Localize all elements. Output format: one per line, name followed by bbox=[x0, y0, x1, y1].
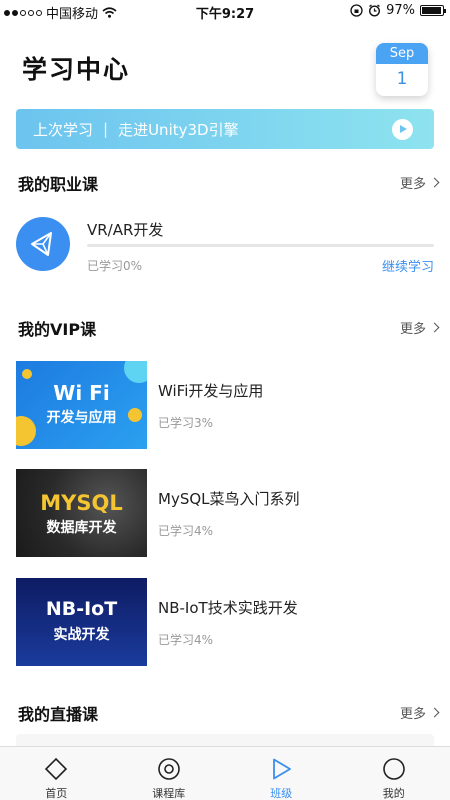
career-progress-text: 已学习0% bbox=[87, 259, 143, 273]
vip-more-link[interactable]: 更多 bbox=[399, 318, 440, 337]
career-section-header: 我的职业课 更多 bbox=[18, 171, 440, 194]
tab-profile[interactable]: 我的 bbox=[338, 747, 450, 800]
vip-course-progress: 已学习3% bbox=[158, 416, 214, 430]
mysql-course-thumbnail: MYSQL 数据库开发 bbox=[16, 469, 147, 557]
unity-icon bbox=[16, 217, 70, 271]
tab-home[interactable]: 首页 bbox=[0, 747, 113, 800]
page-title: 学习中心 bbox=[22, 55, 131, 84]
tab-class[interactable]: 班级 bbox=[225, 747, 338, 800]
thumb-big-text: NB-IoT bbox=[45, 598, 118, 620]
rotation-lock-icon bbox=[350, 4, 363, 17]
live-section-title: 我的直播课 bbox=[18, 705, 99, 724]
calendar-day: 1 bbox=[396, 69, 408, 89]
vip-section-header: 我的VIP课 更多 bbox=[18, 316, 440, 339]
live-section-header: 我的直播课 更多 bbox=[18, 701, 440, 724]
vip-course-progress: 已学习4% bbox=[158, 524, 214, 538]
battery-icon bbox=[420, 5, 446, 16]
vip-course-item[interactable]: MYSQL 数据库开发 MySQL菜鸟入门系列 已学习4% bbox=[16, 469, 434, 557]
last-study-banner[interactable]: 上次学习 | 走进Unity3D引擎 bbox=[16, 109, 434, 149]
thumb-big-text: MYSQL bbox=[40, 491, 123, 515]
status-bar: 中国移动 下午9:27 97% bbox=[0, 0, 450, 22]
vip-course-name: NB-IoT技术实践开发 bbox=[158, 599, 298, 617]
last-study-course: 走进Unity3D引擎 bbox=[118, 120, 239, 139]
tab-course-library[interactable]: 课程库 bbox=[113, 747, 226, 800]
tab-label: 我的 bbox=[382, 787, 405, 800]
last-study-prefix: 上次学习 bbox=[33, 120, 94, 139]
alarm-icon bbox=[369, 4, 381, 17]
thumb-small-text: 开发与应用 bbox=[46, 410, 117, 426]
live-more-link[interactable]: 更多 bbox=[399, 703, 440, 722]
tab-label: 班级 bbox=[270, 787, 293, 800]
chevron-right-icon bbox=[429, 322, 440, 333]
diamond-icon bbox=[45, 757, 68, 781]
thumb-small-text: 实战开发 bbox=[53, 627, 110, 643]
wifi-course-thumbnail: Wi Fi 开发与应用 bbox=[16, 361, 147, 449]
career-more-link[interactable]: 更多 bbox=[399, 173, 440, 192]
vip-course-item[interactable]: Wi Fi 开发与应用 WiFi开发与应用 已学习3% bbox=[16, 361, 434, 449]
target-icon bbox=[157, 758, 180, 780]
last-study-separator: | bbox=[103, 120, 109, 138]
vip-course-item[interactable]: NB-IoT 实战开发 NB-IoT技术实践开发 已学习4% bbox=[16, 578, 434, 666]
career-progress-bar bbox=[87, 244, 434, 247]
career-course-name: VR/AR开发 bbox=[87, 221, 164, 239]
calendar-month: Sep bbox=[376, 43, 428, 64]
nbiot-course-thumbnail: NB-IoT 实战开发 bbox=[16, 578, 147, 666]
vip-more-label: 更多 bbox=[399, 322, 426, 337]
vip-course-name: WiFi开发与应用 bbox=[158, 382, 264, 400]
career-course-item[interactable]: VR/AR开发 已学习0% 继续学习 bbox=[16, 216, 434, 275]
career-more-label: 更多 bbox=[399, 177, 426, 192]
tab-bar: 首页 课程库 班级 我的 bbox=[0, 746, 450, 800]
chevron-right-icon bbox=[429, 707, 440, 718]
chevron-right-icon bbox=[429, 177, 440, 188]
circle-icon bbox=[382, 758, 405, 780]
status-right: 97% bbox=[350, 3, 446, 18]
calendar-button[interactable]: Sep 1 bbox=[376, 43, 428, 96]
play-icon[interactable] bbox=[392, 119, 413, 140]
vip-course-progress: 已学习4% bbox=[158, 633, 214, 647]
battery-percent: 97% bbox=[386, 3, 415, 18]
vip-section-title: 我的VIP课 bbox=[18, 320, 97, 339]
career-section-title: 我的职业课 bbox=[18, 175, 99, 194]
thumb-big-text: Wi Fi bbox=[53, 381, 110, 405]
tab-label: 首页 bbox=[45, 787, 68, 800]
tab-label: 课程库 bbox=[152, 787, 186, 800]
play-icon bbox=[273, 758, 292, 780]
thumb-small-text: 数据库开发 bbox=[46, 520, 117, 536]
vip-course-name: MySQL菜鸟入门系列 bbox=[158, 490, 300, 508]
live-more-label: 更多 bbox=[399, 707, 426, 722]
continue-study-link[interactable]: 继续学习 bbox=[382, 256, 434, 275]
